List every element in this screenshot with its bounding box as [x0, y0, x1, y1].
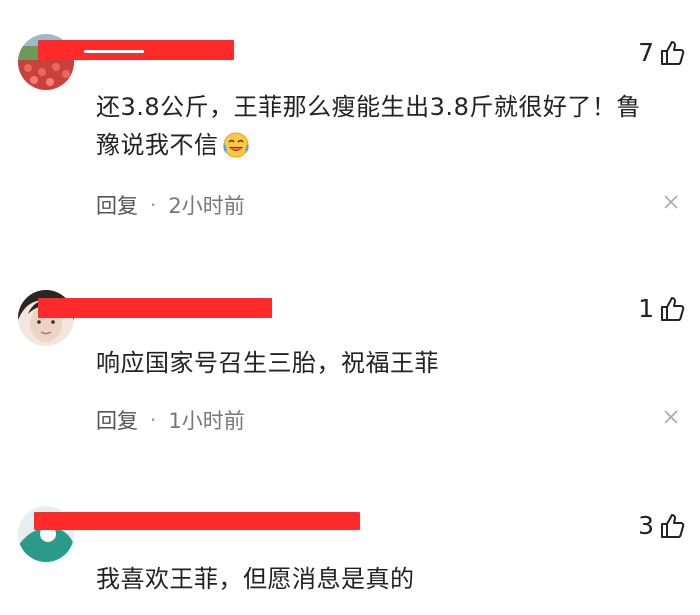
- close-icon[interactable]: [662, 192, 680, 216]
- redaction-line: [84, 50, 144, 53]
- like-count: 1: [638, 294, 654, 323]
- separator-dot: ·: [150, 408, 157, 432]
- crying-laughing-emoji-icon: [221, 131, 251, 170]
- comment-meta: 回复 · 2小时前: [96, 190, 245, 220]
- comment-text: 还3.8公斤，王菲那么瘦能生出3.8斤就很好了！鲁 豫说我不信: [96, 88, 696, 170]
- reply-button[interactable]: 回复: [96, 405, 138, 435]
- thumbs-up-icon: [658, 512, 686, 540]
- like-button[interactable]: 1: [638, 294, 686, 323]
- like-count: 7: [638, 38, 654, 67]
- like-button[interactable]: 3: [638, 511, 686, 540]
- like-button[interactable]: 7: [638, 38, 686, 67]
- comment-text-line: 响应国家号召生三胎，祝福王菲: [96, 349, 439, 377]
- comment-meta: 回复 · 1小时前: [96, 405, 245, 435]
- like-count: 3: [638, 511, 654, 540]
- redaction-mark: [38, 298, 272, 318]
- comment-text: 响应国家号召生三胎，祝福王菲: [96, 344, 696, 382]
- comment-text-line: 还3.8公斤，王菲那么瘦能生出3.8斤就很好了！鲁: [96, 93, 641, 121]
- thumbs-up-icon: [658, 295, 686, 323]
- comment-item: 7 还3.8公斤，王菲那么瘦能生出3.8斤就很好了！鲁 豫说我不信 回复 · 2…: [0, 0, 700, 260]
- comment-text-line: 我喜欢王菲，但愿消息是真的: [96, 565, 415, 593]
- comment-text: 我喜欢王菲，但愿消息是真的: [96, 560, 696, 598]
- thumbs-up-icon: [658, 39, 686, 67]
- timestamp: 2小时前: [168, 194, 245, 218]
- timestamp: 1小时前: [168, 409, 245, 433]
- reply-button[interactable]: 回复: [96, 190, 138, 220]
- comment-text-fragment: 豫说我不信: [96, 131, 219, 159]
- close-icon[interactable]: [662, 407, 680, 431]
- comment-text-line: 豫说我不信: [96, 126, 696, 170]
- redaction-mark: [34, 512, 360, 530]
- separator-dot: ·: [150, 193, 157, 217]
